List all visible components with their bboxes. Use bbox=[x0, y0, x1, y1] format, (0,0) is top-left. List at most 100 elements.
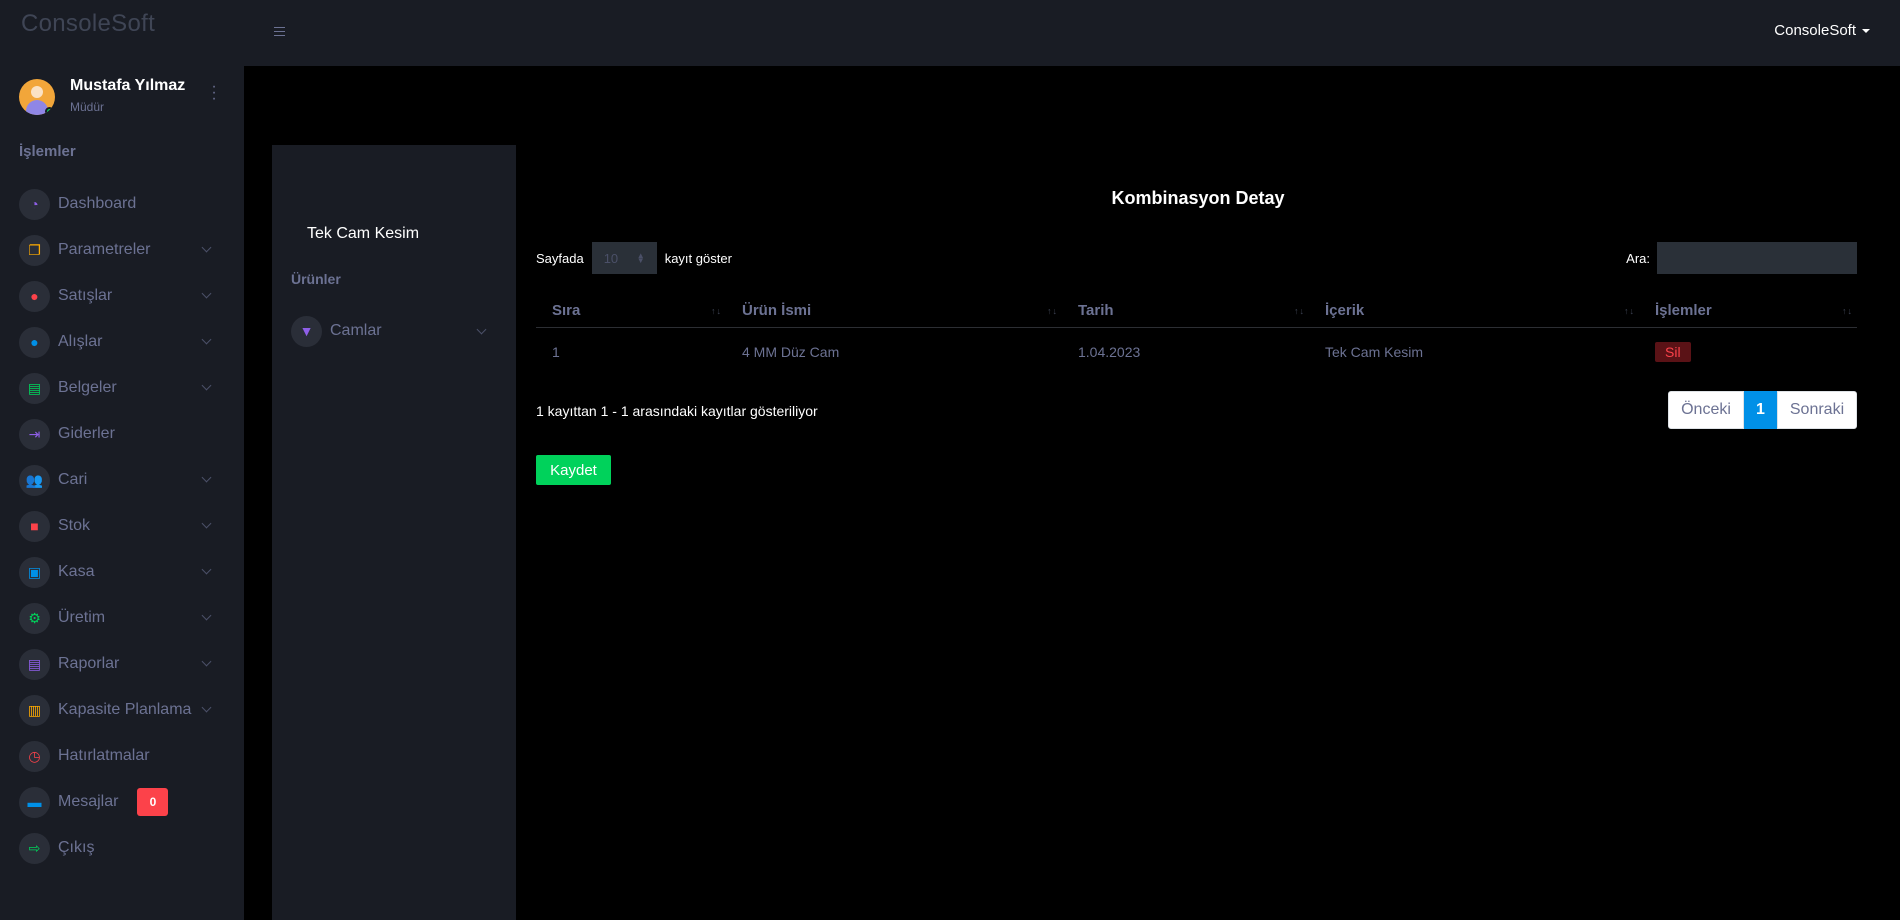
sidebar-item-üretim[interactable]: ⚙ Üretim bbox=[19, 595, 219, 641]
online-status-icon bbox=[45, 107, 54, 115]
sort-icon: ↑↓ bbox=[1294, 306, 1305, 316]
cell-tarih: 1.04.2023 bbox=[1078, 343, 1141, 360]
sidebar-item-hatırlatmalar[interactable]: ◷ Hatırlatmalar bbox=[19, 733, 219, 779]
delete-button[interactable]: Sil bbox=[1655, 341, 1691, 362]
main-content: Kombinasyon Detay Sayfada 10 ▲ ▼ kayıt gö… bbox=[516, 145, 1900, 920]
table-info: 1 kayıttan 1 - 1 arasındaki kayıtlar gös… bbox=[536, 403, 818, 419]
column-header-islemler[interactable]: İşlemler ↑↓ bbox=[1639, 295, 1857, 328]
user-menu-dropdown[interactable]: ConsoleSoft bbox=[1774, 22, 1870, 39]
sidebar-item-label: Cari bbox=[58, 471, 88, 488]
sidebar-item-raporlar[interactable]: ▤ Raporlar bbox=[19, 641, 219, 687]
chevron-down-icon bbox=[201, 472, 212, 483]
caret-down-icon bbox=[1862, 28, 1870, 33]
cell-islemler: Sil bbox=[1639, 327, 1857, 376]
sidebar-item-cari[interactable]: 👥 Cari bbox=[19, 457, 219, 503]
column-header-icerik[interactable]: İçerik ↑↓ bbox=[1309, 295, 1639, 328]
sort-icon: ↑↓ bbox=[1624, 306, 1635, 316]
page-length-value: 10 bbox=[603, 250, 619, 266]
detail-table: Sıra ↑↓ Ürün İsmi ↑↓ Tarih ↑↓ İçerik ↑↓ İşle… bbox=[536, 295, 1857, 376]
pagination-prev-button[interactable]: Önceki bbox=[1668, 391, 1744, 429]
column-header-sira[interactable]: Sıra ↑↓ bbox=[536, 295, 726, 328]
panel-item-label: Camlar bbox=[330, 322, 382, 339]
panel-subtitle: Ürünler bbox=[291, 271, 341, 287]
sidebar-item-dashboard[interactable]: ◔ Dashboard bbox=[19, 181, 219, 227]
sidebar-item-satışlar[interactable]: ● Satışlar bbox=[19, 273, 219, 319]
chevron-down-icon bbox=[201, 656, 212, 667]
book-icon: ▤ bbox=[19, 372, 50, 404]
people-icon: 👥 bbox=[19, 464, 50, 496]
chevron-down-icon bbox=[201, 702, 212, 713]
length-suffix: kayıt göster bbox=[664, 250, 732, 266]
search-input[interactable] bbox=[1657, 242, 1857, 274]
pagination-page-button[interactable]: 1 bbox=[1744, 391, 1777, 429]
table-header-row: Sıra ↑↓ Ürün İsmi ↑↓ Tarih ↑↓ İçerik ↑↓ İşle… bbox=[536, 295, 1857, 328]
page-length-select[interactable]: 10 ▲ ▼ bbox=[591, 242, 657, 274]
chevron-down-icon bbox=[201, 242, 212, 253]
page-length-control: Sayfada 10 ▲ ▼ kayıt göster bbox=[536, 242, 732, 274]
select-arrows-icon: ▲ ▼ bbox=[636, 251, 645, 265]
sort-icon: ↑↓ bbox=[1842, 306, 1853, 316]
arrow-to-right-icon: ⇥ bbox=[19, 418, 50, 450]
chat-icon: ▬ bbox=[19, 786, 50, 818]
table-row: 1 4 MM Düz Cam 1.04.2023 Tek Cam Kesim S… bbox=[536, 327, 1857, 376]
sidebar-item-label: Dashboard bbox=[58, 195, 137, 212]
sidebar-item-label: Mesajlar bbox=[58, 793, 119, 810]
panel-item-camlar[interactable]: ▼ Camlar bbox=[291, 315, 491, 347]
message-circle-icon: ● bbox=[19, 326, 50, 358]
more-vertical-icon[interactable]: · · · bbox=[211, 79, 217, 107]
sidebar-item-label: Kapasite Planlama bbox=[58, 701, 192, 718]
menu-toggle-icon[interactable] bbox=[274, 27, 285, 36]
column-header-tarih[interactable]: Tarih ↑↓ bbox=[1062, 295, 1309, 328]
factory-icon: ⚙ bbox=[19, 602, 50, 634]
pagination-next-button[interactable]: Sonraki bbox=[1777, 391, 1857, 429]
clipboard-icon: ▥ bbox=[19, 694, 50, 726]
sidebar-item-parametreler[interactable]: ❐ Parametreler bbox=[19, 227, 219, 273]
chevron-down-icon bbox=[201, 288, 212, 299]
sidebar-item-mesajlar[interactable]: ▬ Mesajlar 0 bbox=[19, 779, 219, 825]
sidebar-item-label: Üretim bbox=[58, 609, 106, 626]
sidebar-item-label: Giderler bbox=[58, 425, 115, 442]
sort-icon: ↑↓ bbox=[1047, 306, 1058, 316]
play-circle-icon: ● bbox=[19, 280, 50, 312]
save-button[interactable]: Kaydet bbox=[536, 455, 611, 485]
sidebar-item-label: Kasa bbox=[58, 563, 95, 580]
sidebar-item-alışlar[interactable]: ● Alışlar bbox=[19, 319, 219, 365]
profile-name: Mustafa Yılmaz bbox=[70, 77, 186, 94]
sidebar-item-label: Parametreler bbox=[58, 241, 151, 258]
user-profile: Mustafa Yılmaz Müdür · · · bbox=[19, 76, 224, 120]
stack-icon: ■ bbox=[19, 510, 50, 542]
sidebar-item-label: Raporlar bbox=[58, 655, 120, 672]
sidebar-section-title: İşlemler bbox=[19, 143, 76, 160]
sidebar: ConsoleSoft Mustafa Yılmaz Müdür · · · İşl… bbox=[0, 0, 244, 920]
sidebar-item-çıkış[interactable]: ⇨ Çıkış bbox=[19, 825, 219, 871]
sidebar-item-giderler[interactable]: ⇥ Giderler bbox=[19, 411, 219, 457]
layers-icon: ❐ bbox=[19, 234, 50, 266]
sidebar-item-kapasite-planlama[interactable]: ▥ Kapasite Planlama bbox=[19, 687, 219, 733]
logout-icon: ⇨ bbox=[19, 832, 50, 864]
timer-icon: ◷ bbox=[19, 740, 50, 772]
product-panel: Tek Cam Kesim Ürünler ▼ Camlar bbox=[272, 145, 516, 920]
sidebar-item-label: Satışlar bbox=[58, 287, 113, 304]
sidebar-item-belgeler[interactable]: ▤ Belgeler bbox=[19, 365, 219, 411]
sidebar-item-label: Çıkış bbox=[58, 839, 95, 856]
search-label: Ara: bbox=[1626, 250, 1650, 266]
message-count-badge: 0 bbox=[137, 788, 169, 816]
sidebar-item-stok[interactable]: ■ Stok bbox=[19, 503, 219, 549]
cell-icerik: Tek Cam Kesim bbox=[1325, 343, 1424, 360]
speedometer-icon: ◔ bbox=[19, 188, 50, 220]
sidebar-item-label: Stok bbox=[58, 517, 91, 534]
avatar[interactable] bbox=[19, 79, 55, 115]
sidebar-item-kasa[interactable]: ▣ Kasa bbox=[19, 549, 219, 595]
cash-box-icon: ▣ bbox=[19, 556, 50, 588]
chevron-down-icon bbox=[476, 324, 487, 335]
search-control: Ara: bbox=[1626, 242, 1857, 274]
chevron-down-icon bbox=[201, 564, 212, 575]
report-icon: ▤ bbox=[19, 648, 50, 680]
length-prefix: Sayfada bbox=[536, 250, 584, 266]
cell-urun-ismi: 4 MM Düz Cam bbox=[742, 343, 840, 360]
brand-logo[interactable]: ConsoleSoft bbox=[21, 10, 223, 38]
profile-role: Müdür bbox=[70, 100, 105, 114]
chevron-down-icon bbox=[201, 380, 212, 391]
sidebar-item-label: Alışlar bbox=[58, 333, 103, 350]
column-header-urun-ismi[interactable]: Ürün İsmi ↑↓ bbox=[726, 295, 1062, 328]
